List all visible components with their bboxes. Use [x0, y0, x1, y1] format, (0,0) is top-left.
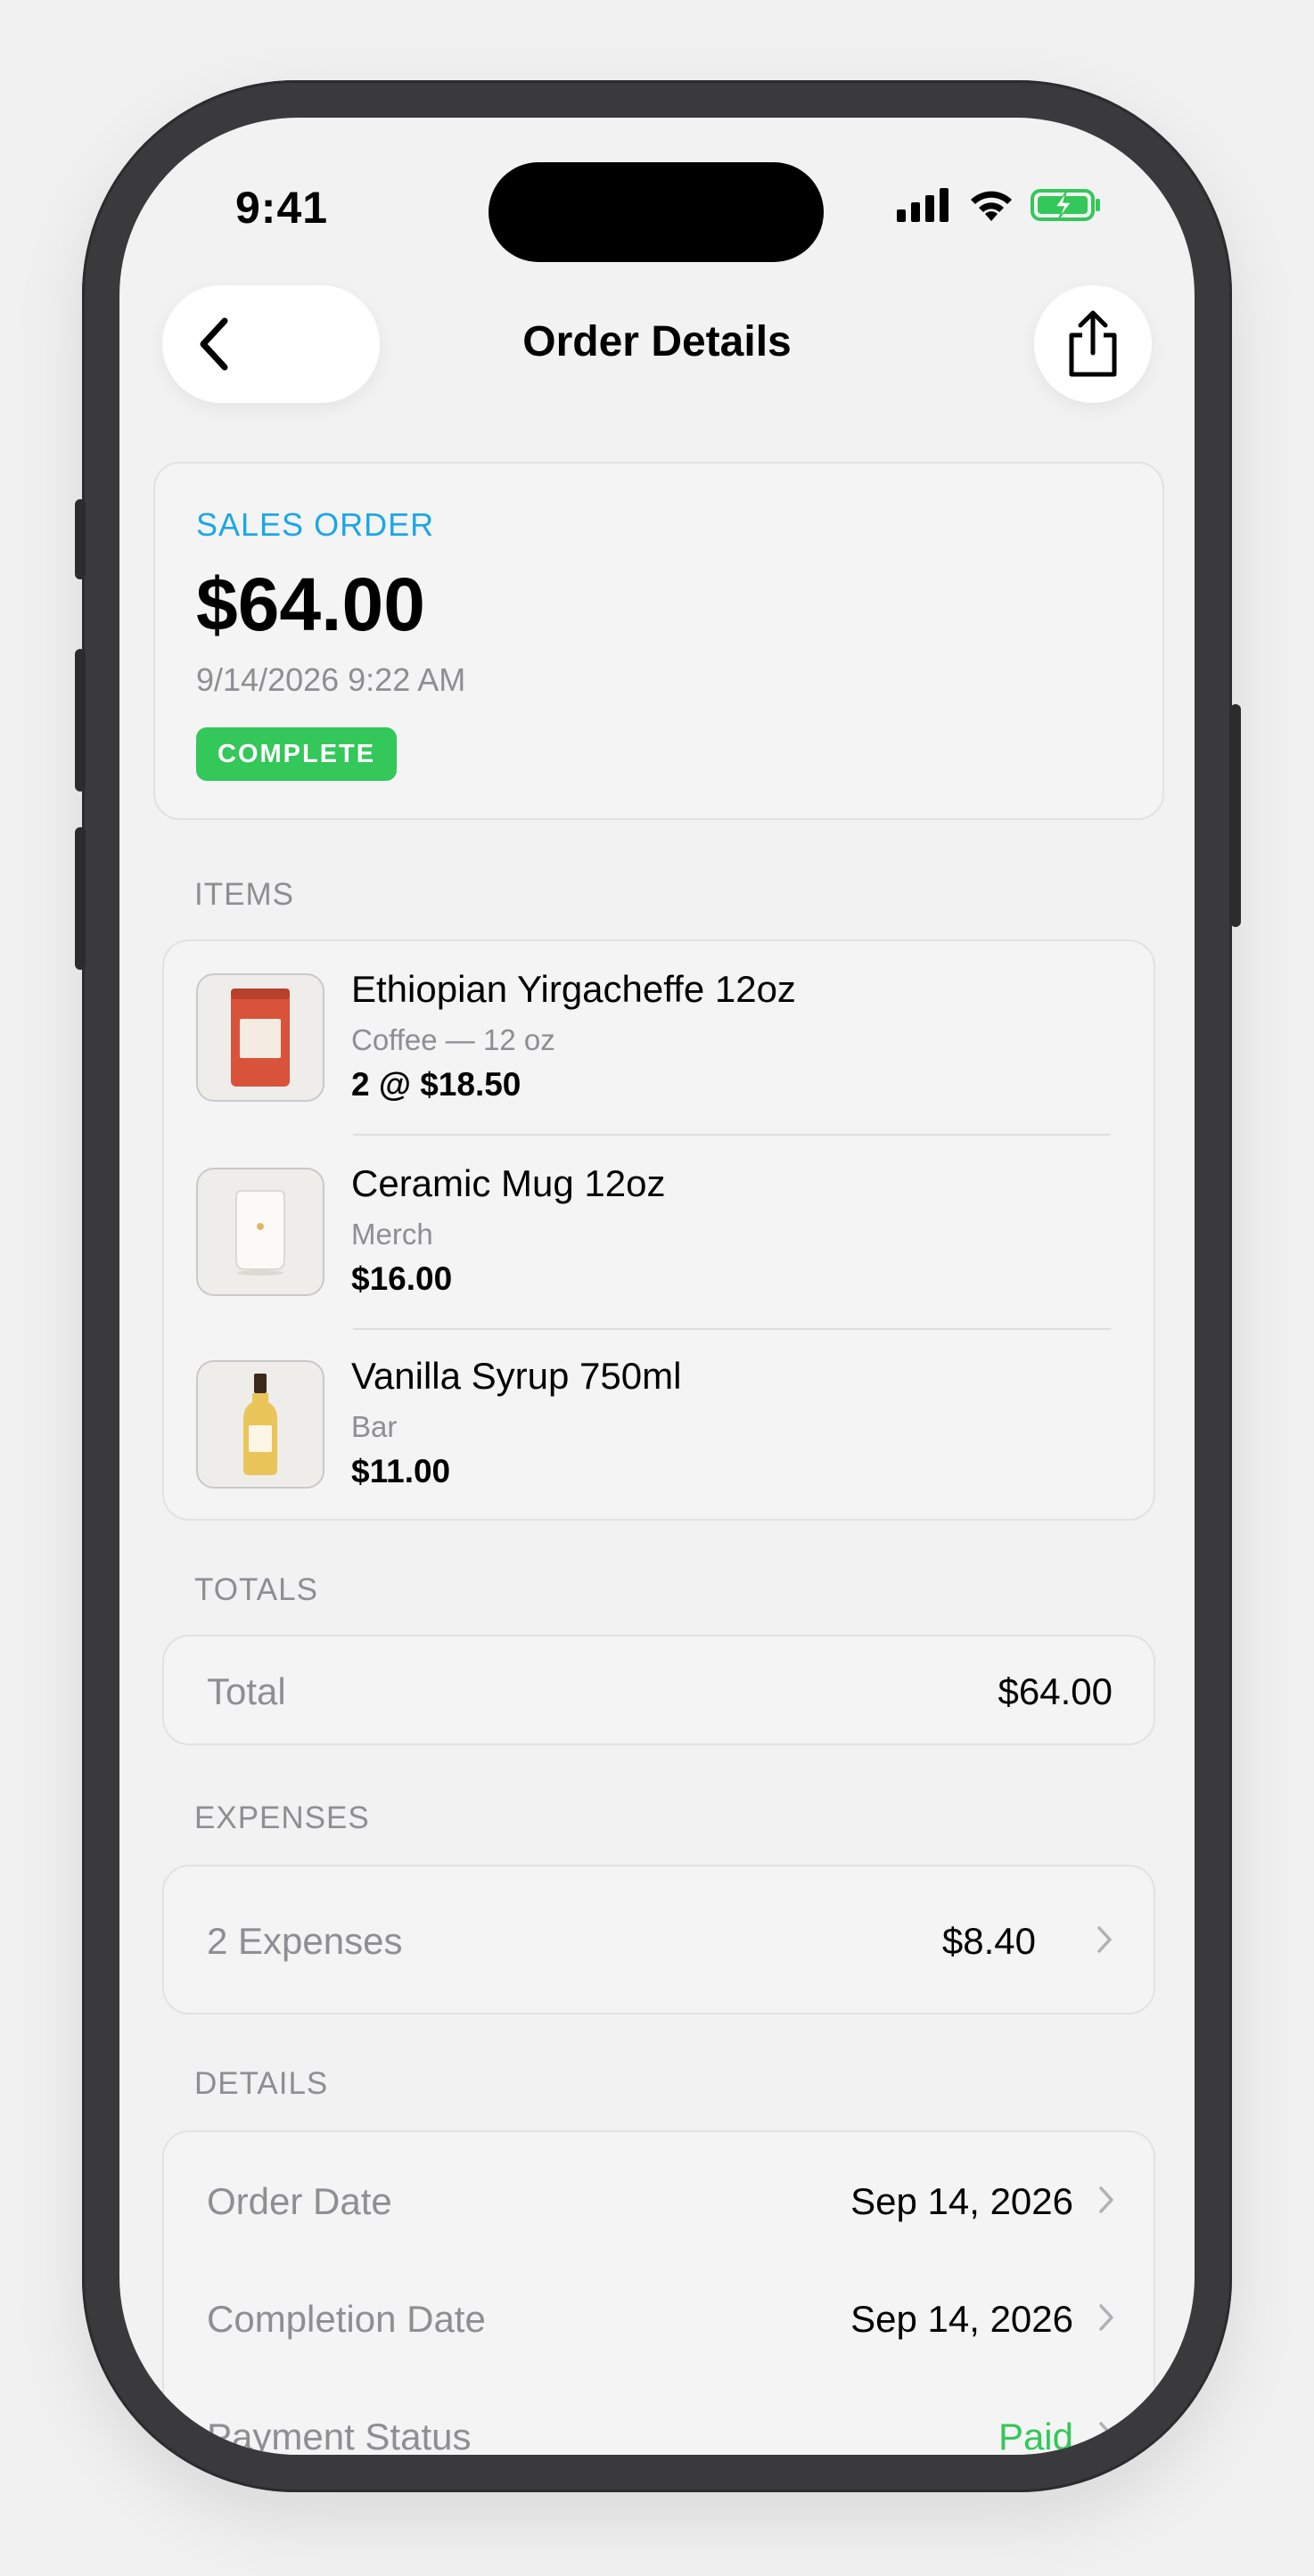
details-card: Order Date Sep 14, 2026 Completion Date …: [162, 2130, 1155, 2455]
coffee-bag-icon: [231, 989, 290, 1087]
item-name: Ethiopian Yirgacheffe 12oz: [351, 968, 796, 1010]
volume-down-button: [75, 827, 86, 970]
details-section-label: DETAILS: [194, 2066, 329, 2101]
item-price: 2 @ $18.50: [351, 1066, 521, 1103]
list-item[interactable]: Ethiopian Yirgacheffe 12oz Coffee — 12 o…: [164, 941, 1154, 1136]
expenses-row[interactable]: 2 Expenses $8.40: [162, 1865, 1155, 2014]
detail-label: Payment Status: [207, 2416, 472, 2455]
product-thumbnail: [196, 1360, 324, 1489]
expenses-section-label: EXPENSES: [194, 1801, 370, 1835]
items-list: Ethiopian Yirgacheffe 12oz Coffee — 12 o…: [162, 939, 1155, 1521]
detail-label: Order Date: [207, 2180, 392, 2222]
detail-value: Sep 14, 2026: [850, 2298, 1073, 2340]
chevron-right-icon: [1099, 2304, 1113, 2331]
totals-card: Total $64.00: [162, 1635, 1155, 1745]
order-summary-card: SALES ORDER $64.00 9/14/2026 9:22 AM COM…: [153, 462, 1164, 820]
navigation-bar: Order Details: [119, 285, 1195, 410]
expenses-value: $8.40: [941, 1920, 1036, 1962]
payment-status-value: Paid: [998, 2416, 1073, 2455]
share-icon: [1069, 310, 1117, 377]
share-button[interactable]: [1034, 285, 1152, 403]
product-thumbnail: [196, 973, 324, 1102]
order-amount: $64.00: [196, 562, 425, 646]
items-section-label: ITEMS: [194, 877, 294, 912]
expenses-label: 2 Expenses: [207, 1920, 403, 1962]
item-name: Ceramic Mug 12oz: [351, 1162, 666, 1204]
item-price: $11.00: [351, 1453, 451, 1489]
totals-section-label: TOTALS: [194, 1572, 318, 1607]
order-type-label: SALES ORDER: [196, 506, 435, 543]
total-label: Total: [207, 1670, 286, 1712]
status-time: 9:41: [235, 183, 329, 233]
dynamic-island: [489, 162, 824, 262]
mug-icon: [235, 1190, 285, 1276]
app-stage: 9:41 Order Details SALES ORDER $64.00 9/…: [0, 0, 1314, 2576]
product-thumbnail: [196, 1168, 324, 1296]
total-value: $64.00: [998, 1670, 1113, 1712]
chevron-right-icon: [1099, 2422, 1113, 2449]
order-datetime: 9/14/2026 9:22 AM: [196, 661, 466, 698]
chevron-right-icon: [1097, 1926, 1112, 1953]
battery-charging-icon: [1031, 189, 1100, 221]
mute-switch: [75, 499, 86, 579]
wifi-icon: [971, 191, 1012, 221]
item-category: Coffee — 12 oz: [351, 1023, 555, 1056]
list-item[interactable]: Vanilla Syrup 750ml Bar $11.00: [164, 1328, 1154, 1522]
volume-up-button: [75, 649, 86, 792]
cellular-signal-icon: [897, 188, 949, 222]
item-category: Merch: [351, 1218, 433, 1251]
detail-value: Sep 14, 2026: [850, 2180, 1073, 2222]
phone-screen: 9:41 Order Details SALES ORDER $64.00 9/…: [119, 118, 1195, 2455]
list-item[interactable]: Ceramic Mug 12oz Merch $16.00: [164, 1136, 1154, 1330]
item-name: Vanilla Syrup 750ml: [351, 1355, 682, 1397]
syrup-bottle-icon: [243, 1374, 277, 1475]
item-category: Bar: [351, 1410, 398, 1443]
status-badge: COMPLETE: [196, 727, 398, 781]
power-button: [1230, 704, 1241, 927]
status-icons: [897, 187, 1102, 223]
item-price: $16.00: [351, 1260, 453, 1297]
chevron-right-icon: [1099, 2186, 1113, 2213]
detail-label: Completion Date: [207, 2298, 486, 2340]
